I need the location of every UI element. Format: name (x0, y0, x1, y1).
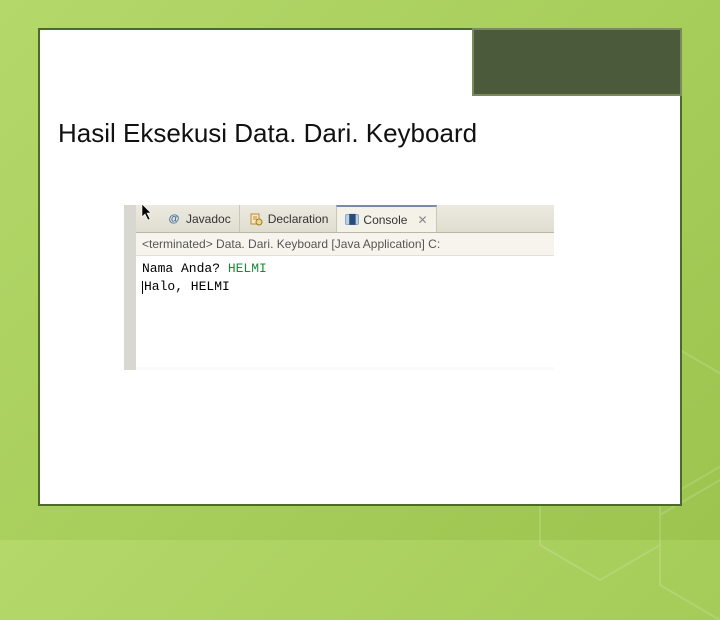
text-caret (142, 281, 143, 294)
tab-label: Console (363, 213, 407, 227)
slide-title: Hasil Eksekusi Data. Dari. Keyboard (58, 118, 477, 149)
cursor-arrow-icon (136, 198, 158, 226)
tab-label: Declaration (268, 212, 329, 226)
declaration-icon (248, 211, 264, 227)
tab-javadoc[interactable]: @ Javadoc (158, 205, 240, 232)
slide-accent-box (472, 28, 682, 96)
console-user-input: HELMI (228, 261, 267, 276)
console-output-text: Halo, HELMI (144, 279, 230, 294)
console-icon: █ (345, 214, 359, 225)
console-prompt-text: Nama Anda? (142, 261, 228, 276)
javadoc-icon: @ (166, 211, 182, 227)
slide-frame: Hasil Eksekusi Data. Dari. Keyboard @ Ja… (38, 28, 682, 506)
eclipse-console-panel: @ Javadoc Declaration █ Console ✕ <termi… (124, 205, 554, 370)
tab-label: Javadoc (186, 212, 231, 226)
console-line: Nama Anda? HELMI (142, 260, 548, 278)
console-status-line: <terminated> Data. Dari. Keyboard [Java … (136, 233, 554, 256)
view-tabbar: @ Javadoc Declaration █ Console ✕ (136, 205, 554, 233)
close-icon[interactable]: ✕ (417, 213, 427, 227)
tab-declaration[interactable]: Declaration (240, 205, 338, 232)
console-line: Halo, HELMI (142, 278, 548, 296)
console-output[interactable]: Nama Anda? HELMI Halo, HELMI (136, 256, 554, 367)
tab-console[interactable]: █ Console ✕ (336, 205, 436, 232)
